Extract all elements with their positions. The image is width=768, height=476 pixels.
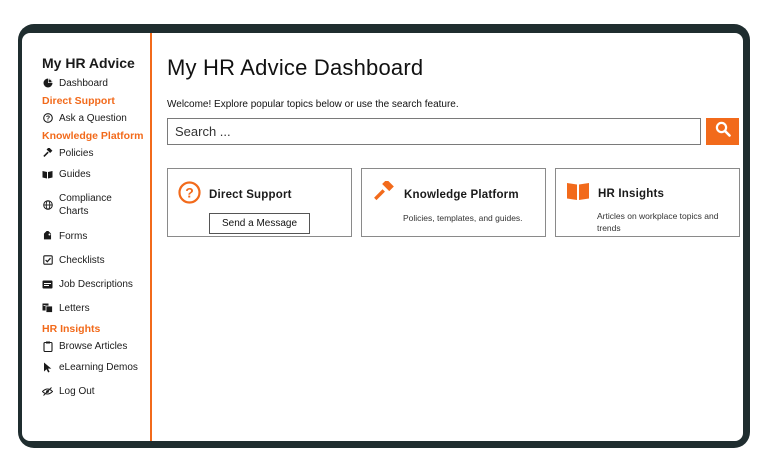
card-direct-support[interactable]: ? Direct Support Send a Message — [167, 168, 352, 237]
sidebar-item-label: Letters — [59, 302, 90, 314]
card-description: Articles on workplace topics and trends — [597, 211, 719, 233]
clipboard-icon — [42, 341, 53, 352]
checkbox-icon — [42, 255, 53, 266]
search-icon — [715, 121, 731, 142]
sidebar-item-label: Log Out — [59, 385, 95, 397]
sidebar-item-label: eLearning Demos — [59, 361, 138, 373]
page-title: My HR Advice Dashboard — [167, 55, 424, 80]
sidebar-item-label: Job Descriptions — [59, 278, 133, 290]
globe-icon — [42, 200, 53, 211]
search-bar — [167, 118, 743, 145]
app-title: My HR Advice — [42, 55, 135, 71]
sidebar-item-elearning-demos[interactable]: eLearning Demos — [42, 355, 150, 379]
sidebar-item-label: Browse Articles — [59, 340, 128, 352]
letters-icon — [42, 303, 53, 314]
svg-text:?: ? — [185, 185, 194, 201]
sidebar-item-ask-question[interactable]: ? Ask a Question — [42, 109, 150, 127]
card-knowledge-platform[interactable]: Knowledge Platform Policies, templates, … — [361, 168, 546, 237]
eye-slash-icon — [42, 386, 53, 397]
sidebar-item-letters[interactable]: Letters — [42, 296, 150, 320]
section-direct-support: Direct Support — [42, 95, 115, 107]
app-screen: My HR Advice Dashboard Direct Support ? … — [22, 33, 743, 441]
sidebar-item-dashboard[interactable]: Dashboard — [42, 74, 150, 92]
sidebar-item-compliance-charts[interactable]: Compliance Charts — [42, 186, 150, 224]
gavel-icon — [42, 147, 53, 159]
sidebar-item-log-out[interactable]: Log Out — [42, 379, 150, 403]
svg-text:?: ? — [45, 116, 49, 123]
card-title: Direct Support — [209, 189, 292, 201]
question-circle-icon: ? — [178, 181, 201, 209]
book-icon — [42, 169, 53, 180]
card-title: Knowledge Platform — [404, 188, 519, 201]
pie-chart-icon — [42, 78, 53, 89]
sidebar-item-label: Checklists — [59, 254, 105, 266]
sidebar-item-guides[interactable]: Guides — [42, 162, 150, 186]
question-icon: ? — [42, 113, 53, 124]
card-title: HR Insights — [598, 187, 665, 200]
welcome-text: Welcome! Explore popular topics below or… — [167, 99, 459, 110]
sidebar-item-job-descriptions[interactable]: Job Descriptions — [42, 272, 150, 296]
sidebar-item-label: Compliance Charts — [59, 193, 112, 217]
book-icon — [566, 181, 590, 206]
id-card-icon — [42, 279, 53, 290]
sidebar-item-label: Policies — [59, 147, 94, 159]
topic-cards: ? Direct Support Send a Message Knowledg… — [167, 168, 743, 237]
send-message-button[interactable]: Send a Message — [209, 213, 310, 234]
card-description: Policies, templates, and guides. — [403, 213, 523, 223]
sidebar-item-label: Guides — [59, 168, 91, 180]
sidebar-item-label: Forms — [59, 230, 88, 242]
sidebar-item-policies[interactable]: Policies — [42, 144, 150, 162]
tag-icon — [42, 231, 53, 242]
card-hr-insights[interactable]: HR Insights Articles on workplace topics… — [555, 168, 740, 237]
sidebar-item-browse-articles[interactable]: Browse Articles — [42, 337, 150, 355]
cursor-icon — [42, 362, 53, 373]
section-knowledge-platform: Knowledge Platform — [42, 130, 144, 142]
gavel-icon — [372, 179, 396, 208]
sidebar-item-label: Dashboard — [59, 77, 108, 89]
search-input[interactable] — [167, 118, 701, 145]
sidebar-item-label: Ask a Question — [59, 112, 127, 124]
section-hr-insights: HR Insights — [42, 323, 101, 335]
sidebar: My HR Advice Dashboard Direct Support ? … — [22, 33, 152, 441]
sidebar-item-forms[interactable]: Forms — [42, 224, 150, 248]
search-button[interactable] — [706, 118, 739, 145]
main-content: My HR Advice Dashboard Welcome! Explore … — [167, 55, 743, 237]
sidebar-item-checklists[interactable]: Checklists — [42, 248, 150, 272]
